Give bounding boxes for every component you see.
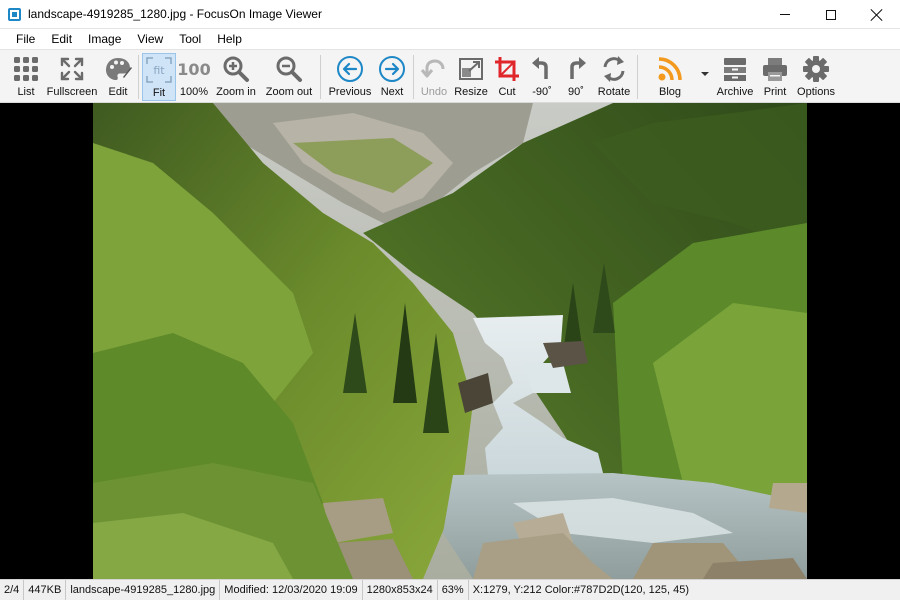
print-label: Print [763, 86, 787, 98]
rss-icon [655, 54, 685, 84]
arrow-right-circle-icon [377, 54, 407, 84]
zoom-level: 63% [438, 579, 469, 600]
rotate-button[interactable]: Rotate [596, 53, 632, 101]
archive-icon [720, 54, 750, 84]
actual-size-label: 100% [179, 86, 209, 98]
file-name: landscape-4919285_1280.jpg [66, 579, 221, 600]
archive-button[interactable]: Archive [715, 53, 755, 101]
blog-label: Blog [658, 86, 682, 98]
undo-icon [419, 54, 449, 84]
app-icon [8, 8, 21, 21]
toolbar-separator [138, 55, 139, 99]
title-bar: landscape-4919285_1280.jpg - FocusOn Ima… [0, 0, 900, 29]
toolbar-separator [320, 55, 321, 99]
window-title: landscape-4919285_1280.jpg - FocusOn Ima… [28, 7, 322, 21]
resize-icon [456, 54, 486, 84]
status-bar: 2/4 447KB landscape-4919285_1280.jpg Mod… [0, 579, 900, 600]
options-label: Options [797, 86, 835, 98]
blog-dropdown-icon[interactable] [701, 72, 709, 76]
menu-edit[interactable]: Edit [43, 29, 80, 49]
fullscreen-button[interactable]: Fullscreen [46, 53, 98, 101]
toolbar-separator [413, 55, 414, 99]
fit-icon: fit [144, 55, 174, 85]
palette-icon [103, 54, 133, 84]
waterfall-landscape-image [93, 103, 807, 579]
rotate-left-icon [527, 54, 557, 84]
minimize-button[interactable] [762, 0, 808, 29]
grid-icon [11, 54, 41, 84]
print-button[interactable]: Print [760, 53, 790, 101]
rotate-left-button[interactable]: -90˚ [527, 53, 557, 101]
arrow-left-circle-icon [335, 54, 365, 84]
edit-label: Edit [108, 86, 128, 98]
zoom-in-label: Zoom in [216, 86, 256, 98]
previous-button[interactable]: Previous [327, 53, 373, 101]
pixel-info: X:1279, Y:212 Color:#787D2D(120, 125, 45… [472, 583, 690, 596]
zoom-in-icon [221, 54, 251, 84]
rotate-right-button[interactable]: 90˚ [562, 53, 590, 101]
actual-size-button[interactable]: 100 100% [177, 53, 211, 101]
rotate-label: Rotate [597, 86, 631, 98]
list-label: List [17, 86, 35, 98]
zoom-out-icon [274, 54, 304, 84]
rotate-icon [599, 54, 629, 84]
cut-button[interactable]: Cut [493, 53, 521, 101]
resize-button[interactable]: Resize [454, 53, 488, 101]
close-button[interactable] [854, 0, 900, 29]
menu-view[interactable]: View [129, 29, 171, 49]
menu-file[interactable]: File [8, 29, 43, 49]
rotate-left-label: -90˚ [532, 86, 552, 98]
crop-icon [492, 54, 522, 84]
menu-image[interactable]: Image [80, 29, 129, 49]
menu-help[interactable]: Help [209, 29, 250, 49]
modified-date: Modified: 12/03/2020 19:09 [220, 579, 363, 600]
archive-label: Archive [716, 86, 754, 98]
file-size: 447KB [24, 579, 67, 600]
fullscreen-label: Fullscreen [46, 86, 98, 98]
maximize-button[interactable] [808, 0, 854, 29]
list-button[interactable]: List [8, 53, 44, 101]
fit-label: Fit [152, 87, 166, 99]
cut-label: Cut [498, 86, 516, 98]
toolbar: List Fullscreen Edit fit Fit 100 100% Zo… [0, 49, 900, 103]
next-label: Next [380, 86, 404, 98]
fit-button[interactable]: fit Fit [142, 53, 176, 101]
menu-bar: File Edit Image View Tool Help [0, 29, 900, 49]
gear-icon [801, 54, 831, 84]
fullscreen-icon [57, 54, 87, 84]
zoom-out-button[interactable]: Zoom out [263, 53, 315, 101]
toolbar-separator [637, 55, 638, 99]
previous-label: Previous [328, 86, 372, 98]
rotate-right-label: 90˚ [568, 86, 584, 98]
image-position: 2/4 [0, 579, 25, 600]
landscape-photo[interactable] [93, 103, 807, 579]
image-viewport[interactable] [0, 103, 900, 579]
options-button[interactable]: Options [795, 53, 837, 101]
maximize-icon [826, 9, 836, 20]
zoom-out-label: Zoom out [265, 86, 313, 98]
actual-size-icon: 100 [177, 59, 211, 79]
undo-button[interactable]: Undo [418, 53, 450, 101]
blog-button[interactable]: Blog [652, 53, 688, 101]
close-icon [871, 9, 883, 21]
minimize-icon [780, 14, 790, 15]
next-button[interactable]: Next [376, 53, 408, 101]
rotate-right-icon [561, 54, 591, 84]
image-dimensions: 1280x853x24 [363, 579, 438, 600]
edit-button[interactable]: Edit [102, 53, 134, 101]
undo-label: Undo [420, 86, 448, 98]
menu-tool[interactable]: Tool [171, 29, 209, 49]
zoom-in-button[interactable]: Zoom in [214, 53, 258, 101]
printer-icon [760, 54, 790, 84]
resize-label: Resize [454, 86, 488, 98]
svg-text:fit: fit [153, 64, 165, 77]
